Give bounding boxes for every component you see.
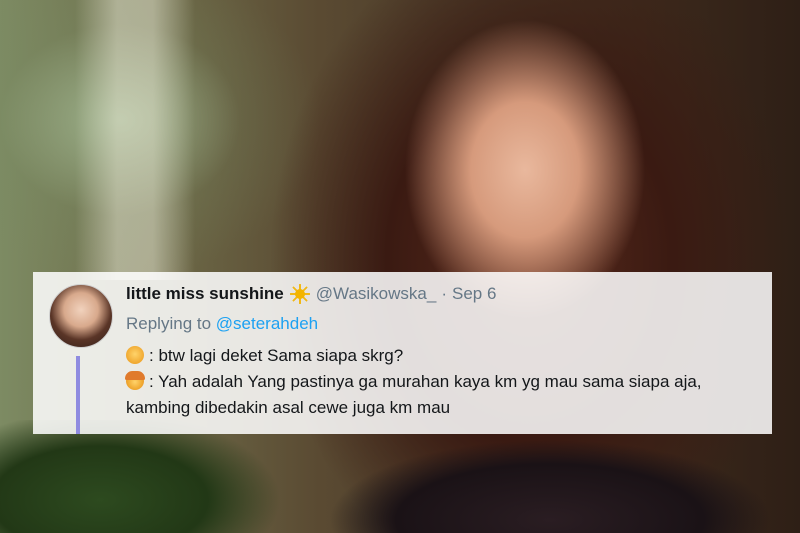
tweet-date[interactable]: Sep 6 — [452, 284, 496, 304]
reply-mention-link[interactable]: @seterahdeh — [216, 314, 318, 333]
reply-prefix: Replying to — [126, 314, 212, 333]
user-handle[interactable]: @Wasikowska_ — [316, 284, 437, 304]
tweet-line-1: : btw lagi deket Sama siapa skrg? — [126, 343, 762, 369]
tweet-line-text: : Yah adalah Yang pastinya ga murahan ka… — [149, 372, 702, 391]
tweet-header: little miss sunshine @Wasikowska_ · Sep … — [126, 284, 762, 304]
tweet-text: : btw lagi deket Sama siapa skrg? : Yah … — [125, 343, 762, 421]
display-name[interactable]: little miss sunshine — [126, 284, 284, 304]
tweet-line-3: kambing dibedakin asal cewe juga km mau — [126, 395, 762, 421]
tweet-line-text: : btw lagi deket Sama siapa skrg? — [149, 346, 404, 365]
girl-emoji-icon — [125, 371, 145, 390]
background-shoulder — [330, 430, 770, 533]
tweet-line-text: kambing dibedakin asal cewe juga km mau — [126, 398, 451, 417]
thread-line — [76, 356, 80, 434]
sun-icon — [289, 284, 310, 304]
avatar[interactable] — [49, 284, 113, 348]
tweet-line-2: : Yah adalah Yang pastinya ga murahan ka… — [125, 369, 762, 395]
tweet-content: little miss sunshine @Wasikowska_ · Sep … — [125, 284, 762, 421]
tweet-card: little miss sunshine @Wasikowska_ · Sep … — [33, 272, 772, 434]
background-plant — [0, 420, 300, 533]
boy-emoji-icon — [126, 346, 144, 364]
replying-to: Replying to @seterahdeh — [126, 314, 762, 334]
background-pole — [75, 0, 195, 280]
separator-dot: · — [441, 284, 447, 303]
